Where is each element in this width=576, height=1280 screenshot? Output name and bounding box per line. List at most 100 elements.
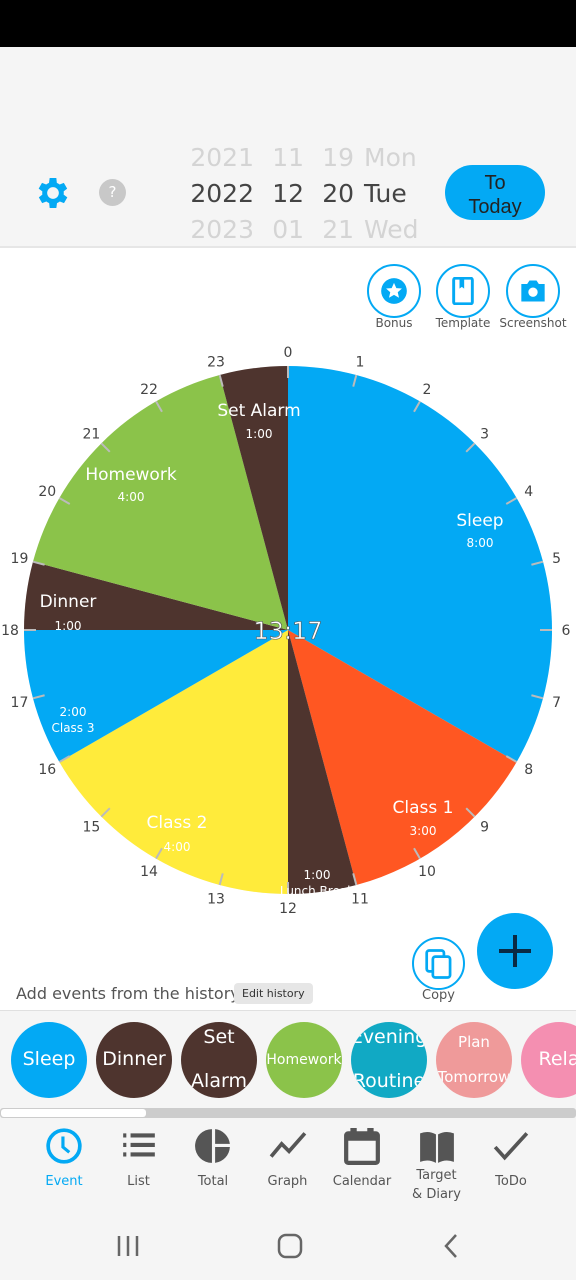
hour-label: 1 xyxy=(355,354,364,370)
time-wheel[interactable]: 01234567891011121314151617181920212223Sl… xyxy=(0,340,576,920)
hour-label: 10 xyxy=(418,864,436,880)
current-time: 13:17 xyxy=(253,617,322,645)
weekday-picker: Mon Tue Wed xyxy=(364,140,420,248)
event-duration: 3:00 xyxy=(410,824,437,838)
hour-label: 13 xyxy=(207,892,225,908)
nav-label: Calendar xyxy=(332,1174,392,1189)
gear-icon[interactable] xyxy=(33,173,73,213)
nav-label: Target & Diary xyxy=(412,1168,461,1202)
history-chip[interactable]: Set Alarm xyxy=(181,1022,257,1098)
nav-total[interactable]: Total xyxy=(176,1126,250,1191)
template-button[interactable] xyxy=(436,264,490,318)
clock-icon xyxy=(46,1128,82,1164)
history-chip[interactable]: Plan Tomorrow xyxy=(436,1022,512,1098)
template-label: Template xyxy=(435,316,491,330)
nav-label: List xyxy=(127,1174,150,1189)
nav-todo[interactable]: ToDo xyxy=(474,1126,548,1191)
nav-label: Total xyxy=(197,1174,229,1189)
nav-event[interactable]: Event xyxy=(27,1126,101,1191)
nav-calendar[interactable]: Calendar xyxy=(325,1126,399,1191)
hour-label: 23 xyxy=(207,354,225,370)
month-picker[interactable]: 11 12 01 xyxy=(268,140,304,248)
help-icon[interactable]: ? xyxy=(99,179,126,206)
weekday-next: Wed xyxy=(364,215,419,244)
event-name: Set Alarm xyxy=(217,401,300,421)
nav-label: Graph xyxy=(267,1174,308,1189)
chip-label: Set xyxy=(203,1026,235,1049)
year-current[interactable]: 2022 xyxy=(190,176,254,212)
nav-target-diary[interactable]: Target & Diary xyxy=(400,1126,474,1204)
history-chip[interactable]: Dinner xyxy=(96,1022,172,1098)
hour-label: 17 xyxy=(11,695,29,711)
hour-label: 0 xyxy=(284,345,293,361)
pie-chart-icon xyxy=(195,1129,230,1163)
hour-label: 8 xyxy=(524,762,533,778)
event-name: Homework xyxy=(85,465,176,485)
hour-label: 22 xyxy=(140,382,158,398)
weekday-current: Tue xyxy=(364,179,407,208)
weekday-prev: Mon xyxy=(364,143,417,172)
chip-label: Rela xyxy=(538,1048,576,1071)
event-name: Class 2 xyxy=(147,813,208,833)
calendar-icon xyxy=(344,1128,380,1165)
day-current[interactable]: 20 xyxy=(318,176,354,212)
bonus-button[interactable] xyxy=(367,264,421,318)
hour-label: 19 xyxy=(11,551,29,567)
star-icon xyxy=(381,278,407,304)
book-icon xyxy=(452,277,474,305)
bonus-label: Bonus xyxy=(375,316,413,330)
screenshot-button[interactable] xyxy=(506,264,560,318)
scrollbar-thumb[interactable] xyxy=(1,1109,146,1117)
chip-label: Sleep xyxy=(22,1048,76,1071)
nav-label: ToDo xyxy=(495,1174,527,1189)
nav-list[interactable]: List xyxy=(102,1126,176,1191)
to-today-button[interactable]: To Today xyxy=(445,165,545,220)
event-name: Dinner xyxy=(40,592,97,612)
event-duration: 1:00 xyxy=(55,619,82,633)
hour-label: 12 xyxy=(279,901,297,917)
hour-label: 15 xyxy=(83,820,101,836)
hour-label: 9 xyxy=(480,820,489,836)
screenshot-label: Screenshot xyxy=(499,316,567,330)
nav-graph[interactable]: Graph xyxy=(251,1126,325,1191)
recent-apps-icon[interactable] xyxy=(116,1234,140,1258)
hour-label: 6 xyxy=(562,623,571,639)
system-nav xyxy=(0,1210,576,1280)
month-prev[interactable]: 11 xyxy=(268,140,304,176)
home-icon[interactable] xyxy=(277,1233,303,1259)
year-prev[interactable]: 2021 xyxy=(190,140,254,176)
month-current[interactable]: 12 xyxy=(268,176,304,212)
hour-label: 3 xyxy=(480,426,489,442)
history-chip[interactable]: Evening Routine xyxy=(351,1022,427,1098)
hour-label: 5 xyxy=(552,551,561,567)
nav-label: Event xyxy=(45,1174,83,1189)
day-prev[interactable]: 19 xyxy=(318,140,354,176)
edit-history-button[interactable]: Edit history xyxy=(234,983,313,1004)
line-chart-icon xyxy=(269,1132,306,1158)
add-event-button[interactable] xyxy=(477,913,553,989)
history-label: Add events from the history xyxy=(16,984,240,1003)
event-duration: 1:00 xyxy=(304,868,331,882)
history-chip[interactable]: Sleep xyxy=(11,1022,87,1098)
back-icon[interactable] xyxy=(442,1233,460,1259)
history-chip[interactable]: Homework xyxy=(266,1022,342,1098)
event-name: Class 3 xyxy=(51,721,94,735)
year-next[interactable]: 2023 xyxy=(190,212,254,248)
day-next[interactable]: 21 xyxy=(318,212,354,248)
hour-label: 20 xyxy=(38,484,56,500)
list-icon xyxy=(122,1133,155,1157)
event-name: Sleep xyxy=(456,511,503,531)
year-picker[interactable]: 2021 2022 2023 xyxy=(190,140,254,248)
chip-label: Plan xyxy=(458,1033,490,1052)
day-picker[interactable]: 19 20 21 xyxy=(318,140,354,248)
event-duration: 8:00 xyxy=(467,536,494,550)
event-name: Lunch Break xyxy=(280,884,354,898)
open-book-icon xyxy=(419,1131,454,1163)
chip-label: Homework xyxy=(266,1051,342,1068)
copy-icon xyxy=(424,948,451,979)
event-duration: 4:00 xyxy=(164,840,191,854)
month-next[interactable]: 01 xyxy=(268,212,304,248)
hour-label: 2 xyxy=(423,382,432,398)
hour-label: 14 xyxy=(140,864,158,880)
copy-button[interactable] xyxy=(412,937,465,990)
